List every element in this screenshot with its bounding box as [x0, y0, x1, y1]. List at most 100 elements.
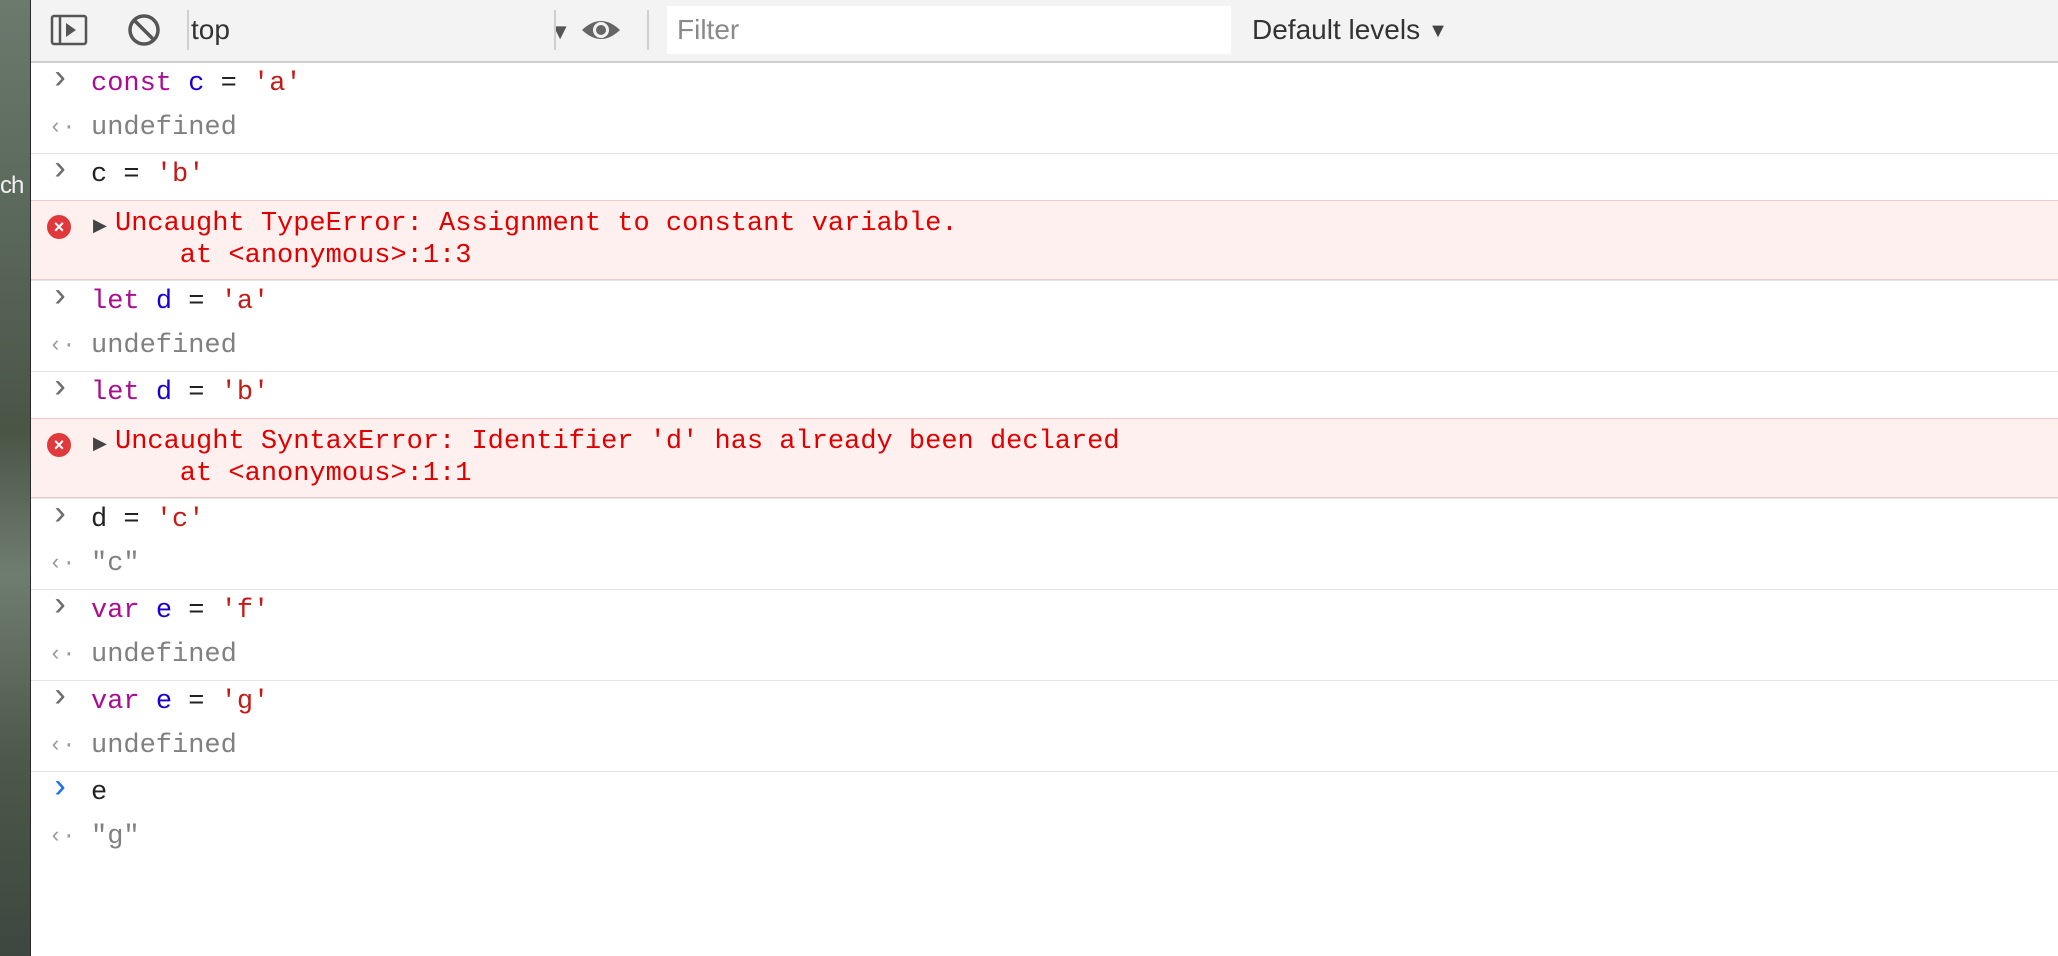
console-input-text[interactable]: let d = 'a'	[91, 287, 269, 317]
code-token: var	[91, 596, 140, 626]
console-input-row: › d = 'c'	[31, 497, 2058, 545]
chevron-right-icon: ›	[49, 61, 71, 99]
console-input-text[interactable]: c = 'b'	[91, 160, 204, 190]
block-icon	[128, 14, 160, 46]
console-input-row: › let d = 'b'	[31, 370, 2058, 418]
console-result-row: ‹· "g"	[31, 818, 2058, 862]
chevron-right-icon: ›	[49, 279, 71, 317]
console-input-row: › c = 'b'	[31, 152, 2058, 200]
console-input-text[interactable]: let d = 'b'	[91, 378, 269, 408]
error-circle-icon: ×	[47, 215, 71, 239]
code-token: e	[91, 778, 108, 808]
code-token: e	[155, 687, 173, 717]
error-message[interactable]: Uncaught TypeError: Assignment to consta…	[115, 209, 958, 239]
code-token: d	[91, 505, 108, 535]
console-input-text[interactable]: var e = 'f'	[91, 596, 269, 626]
console-result-value[interactable]: undefined	[91, 640, 237, 670]
return-arrow-icon: ‹·	[49, 733, 76, 758]
console-messages: › const c = 'a' ‹· undefined › c = 'b' × ▶ Uncau…	[31, 61, 2058, 862]
log-levels-label: Default levels	[1252, 14, 1421, 45]
code-token: =	[172, 287, 221, 317]
error-stack-line[interactable]: at <anonymous>:1:3	[115, 241, 472, 271]
eye-icon	[582, 21, 620, 39]
code-token: c	[188, 69, 205, 99]
code-token: c	[91, 160, 108, 190]
error-circle-icon: ×	[47, 433, 71, 457]
code-token: 'f'	[220, 596, 270, 626]
dropdown-arrow-icon: ▼	[549, 19, 571, 44]
chevron-right-icon: ›	[49, 679, 71, 717]
code-token: 'a'	[253, 69, 302, 99]
chevron-right-icon: ›	[49, 588, 71, 626]
code-token: =	[107, 160, 156, 190]
console-input-text[interactable]: e	[91, 778, 107, 808]
code-token: 'c'	[155, 505, 205, 535]
triangle-right-icon[interactable]: ▶	[93, 433, 107, 455]
code-token: d	[155, 287, 173, 317]
context-selector[interactable]: top ▼	[191, 6, 571, 54]
show-sidebar-button[interactable]	[49, 10, 89, 50]
chevron-right-icon: ›	[49, 370, 71, 408]
code-token: =	[204, 69, 254, 99]
console-input-row: › const c = 'a'	[31, 61, 2058, 109]
console-input-row: › var e = 'g'	[31, 679, 2058, 727]
console-input-text[interactable]: var e = 'g'	[91, 687, 269, 717]
console-result-row: ‹· undefined	[31, 109, 2058, 153]
console-result-value[interactable]: undefined	[91, 731, 237, 761]
code-token: let	[91, 287, 140, 317]
context-value: top	[191, 14, 230, 45]
console-input-row: › e	[31, 770, 2058, 818]
console-result-value[interactable]: "c"	[91, 549, 140, 579]
code-token: 'b'	[155, 160, 205, 190]
code-token: const	[91, 69, 173, 99]
console-input-row: › var e = 'f'	[31, 588, 2058, 636]
code-token: =	[172, 378, 221, 408]
return-arrow-icon: ‹·	[49, 642, 76, 667]
code-token: 'a'	[220, 287, 270, 317]
code-token: =	[172, 687, 221, 717]
console-error-row: × ▶ Uncaught SyntaxError: Identifier 'd' h…	[31, 418, 2058, 498]
filter-input[interactable]	[667, 6, 1231, 54]
background-text-fragment: ch	[0, 172, 24, 199]
console-result-value[interactable]: undefined	[91, 331, 237, 361]
console-error-row: × ▶ Uncaught TypeError: Assignment to cons…	[31, 200, 2058, 280]
toolbar-divider	[187, 10, 189, 50]
toolbar-divider	[647, 10, 649, 50]
return-arrow-icon: ‹·	[49, 333, 76, 358]
devtools-console-panel: top ▼ Default levels ▼ › const c = 'a' ‹· un…	[30, 0, 2058, 956]
error-stack-line[interactable]: at <anonymous>:1:1	[115, 459, 472, 489]
code-token: e	[155, 596, 173, 626]
return-arrow-icon: ‹·	[49, 115, 76, 140]
error-message[interactable]: Uncaught SyntaxError: Identifier 'd' has…	[115, 427, 1120, 457]
console-input-text[interactable]: const c = 'a'	[91, 69, 302, 99]
code-token: var	[91, 687, 140, 717]
console-toolbar: top ▼ Default levels ▼	[31, 0, 2058, 63]
log-levels-dropdown[interactable]: Default levels ▼	[1252, 10, 1448, 50]
console-result-row: ‹· undefined	[31, 636, 2058, 680]
code-token: 'g'	[220, 687, 270, 717]
desktop-background: ch	[0, 0, 30, 956]
chevron-right-icon: ›	[49, 152, 71, 190]
return-arrow-icon: ‹·	[49, 824, 76, 849]
code-token: let	[91, 378, 140, 408]
triangle-right-icon[interactable]: ▶	[93, 215, 107, 237]
console-result-value[interactable]: "g"	[91, 822, 140, 852]
console-result-row: ‹· undefined	[31, 327, 2058, 371]
console-input-row: › let d = 'a'	[31, 279, 2058, 327]
code-token: d	[155, 378, 173, 408]
chevron-right-icon: ›	[49, 497, 71, 535]
console-result-row: ‹· undefined	[31, 727, 2058, 771]
live-expression-button[interactable]	[579, 10, 620, 50]
dropdown-arrow-icon: ▼	[1428, 20, 1448, 42]
code-token: 'b'	[220, 378, 270, 408]
return-arrow-icon: ‹·	[49, 551, 76, 576]
console-result-row: ‹· "c"	[31, 545, 2058, 589]
clear-console-button[interactable]	[124, 10, 164, 50]
console-input-text[interactable]: d = 'c'	[91, 505, 204, 535]
console-result-value[interactable]: undefined	[91, 113, 237, 143]
code-token: =	[172, 596, 221, 626]
